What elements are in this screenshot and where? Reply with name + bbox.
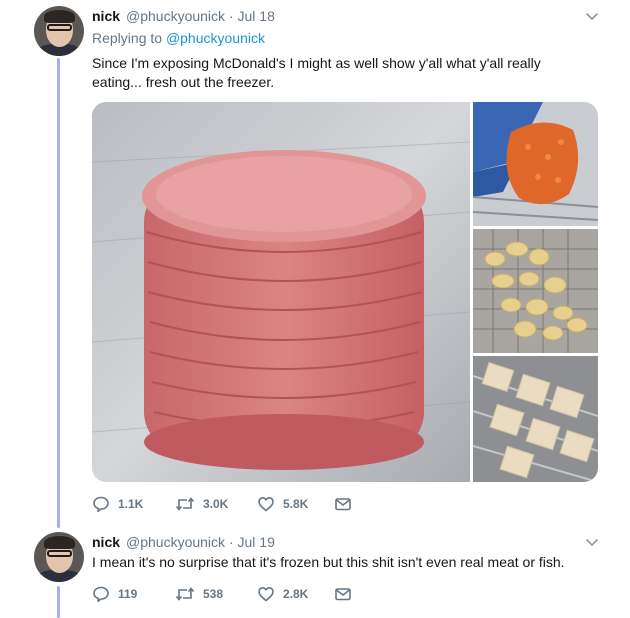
tweet-actions: 1.1K 3.0K 5.8K	[92, 494, 392, 514]
user-handle[interactable]: @phuckyounick	[126, 534, 225, 550]
tweet-text: I mean it's no surprise that it's frozen…	[92, 554, 565, 570]
direct-message-button[interactable]	[334, 584, 352, 604]
replying-to-link[interactable]: @phuckyounick	[166, 30, 265, 46]
replying-to-label: Replying to	[92, 30, 163, 46]
photo-breaded-fillet[interactable]	[473, 102, 598, 226]
reply-button[interactable]: 1.1K	[92, 494, 143, 514]
heart-icon	[258, 587, 274, 602]
speech-bubble-icon	[93, 496, 109, 512]
avatar[interactable]	[34, 6, 84, 56]
like-button[interactable]: 5.8K	[257, 494, 308, 514]
retweet-count: 3.0K	[203, 497, 229, 511]
tweet-text-line-2: eating... fresh out the freezer.	[92, 74, 275, 90]
photo-frozen-patties[interactable]	[92, 102, 470, 482]
date-separator: ·	[228, 8, 234, 24]
display-name[interactable]: nick	[92, 534, 120, 550]
tweet-text: Since I'm exposing McDonald's I might as…	[92, 54, 602, 92]
reply-count: 119	[118, 587, 138, 601]
reply-button[interactable]: 119	[92, 584, 137, 604]
photo-frozen-nuggets[interactable]	[473, 229, 598, 353]
date-separator: ·	[228, 534, 234, 550]
retweet-button[interactable]: 3.0K	[175, 494, 228, 514]
tweet-date[interactable]: Jul 18	[238, 8, 275, 24]
like-button[interactable]: 2.8K	[257, 584, 308, 604]
like-count: 2.8K	[283, 587, 309, 601]
chevron-down-icon[interactable]	[584, 8, 600, 24]
direct-message-button[interactable]	[334, 494, 352, 514]
retweet-arrows-icon	[175, 587, 195, 601]
display-name[interactable]: nick	[92, 8, 120, 24]
reply-count: 1.1K	[118, 497, 144, 511]
retweet-arrows-icon	[175, 497, 195, 511]
photo-frozen-fish-squares[interactable]	[473, 356, 598, 482]
tweet-date[interactable]: Jul 19	[238, 534, 275, 550]
retweet-count: 538	[203, 587, 224, 601]
replying-to: Replying to @phuckyounick	[92, 30, 265, 46]
retweet-button[interactable]: 538	[175, 584, 223, 604]
tweet-text-line-1: Since I'm exposing McDonald's I might as…	[92, 55, 541, 71]
thread-line-bottom	[57, 586, 60, 618]
media-grid	[92, 102, 598, 482]
envelope-icon	[335, 588, 351, 601]
handle-and-date[interactable]: @phuckyounick · Jul 18	[126, 8, 275, 24]
chevron-down-icon[interactable]	[584, 534, 600, 550]
avatar[interactable]	[34, 532, 84, 582]
handle-and-date[interactable]: @phuckyounick · Jul 19	[126, 534, 275, 550]
envelope-icon	[335, 498, 351, 511]
heart-icon	[258, 497, 274, 512]
like-count: 5.8K	[283, 497, 309, 511]
speech-bubble-icon	[93, 586, 109, 602]
user-handle[interactable]: @phuckyounick	[126, 8, 225, 24]
thread-line-top	[57, 58, 60, 528]
tweet-actions: 119 538 2.8K	[92, 584, 392, 604]
